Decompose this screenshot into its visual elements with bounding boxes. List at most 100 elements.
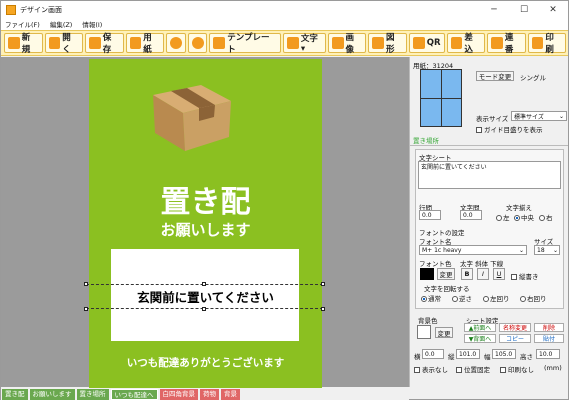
design-card[interactable]: 置き配 お願いします 玄関前に置いてください いつも配達ありがとうございます <box>84 59 325 389</box>
hide-checkbox[interactable]: 表示なし <box>414 364 448 374</box>
display-size-label: 表示サイズ <box>476 115 509 123</box>
font-size-select[interactable]: 18 ⌄ <box>534 245 560 255</box>
align-right-radio[interactable]: 右 <box>539 212 553 222</box>
shape-button[interactable]: 図形 <box>368 33 407 55</box>
new-label: 新規 <box>21 33 31 55</box>
bring-front-button[interactable]: ▲前面へ <box>464 323 496 332</box>
redo-button[interactable] <box>187 33 208 53</box>
paper-button[interactable]: 用紙 <box>125 33 164 55</box>
rotate-upside-radio[interactable]: 逆さ <box>452 293 472 303</box>
merge-button[interactable]: 差込 <box>446 33 486 55</box>
numbering-button[interactable]: 連番 <box>487 33 526 55</box>
layer-tab[interactable]: 荷物 <box>200 388 219 400</box>
resize-handle[interactable] <box>321 282 325 286</box>
text-input[interactable]: 玄関前に置いてください <box>418 161 561 189</box>
resize-handle[interactable] <box>202 282 206 286</box>
window-title: デザイン画面 <box>20 5 62 14</box>
display-size-value: 標準サイズ <box>514 113 544 121</box>
layer-tabs: 置き配 お願いします 置き場所 いつも配達へ 白四角背景 荷物 背景 <box>1 388 409 400</box>
open-button[interactable]: 開く <box>44 33 83 55</box>
save-button[interactable]: 保存 <box>85 33 124 55</box>
undo-button[interactable] <box>166 33 186 53</box>
layer-tab[interactable]: 背景 <box>221 388 240 400</box>
layer-tab[interactable]: お願いします <box>29 388 75 400</box>
menu-info[interactable]: 情報(I) <box>82 19 102 29</box>
divider <box>410 145 568 146</box>
pos-y-input[interactable]: 101.0 <box>456 349 480 359</box>
rotate-label: 文字を回転する <box>424 285 470 293</box>
app-icon <box>6 4 16 15</box>
numbering-label: 連番 <box>504 33 514 55</box>
italic-button[interactable]: I <box>477 268 489 280</box>
send-back-button[interactable]: ▼背面へ <box>464 334 496 343</box>
resize-handle[interactable] <box>84 307 88 311</box>
new-button[interactable]: 新規 <box>4 33 43 55</box>
resize-handle[interactable] <box>84 282 88 286</box>
delete-button[interactable]: 削除 <box>534 323 564 332</box>
properties-panel: 用紙：31204 モード変更 シングル 表示サイズ 標準サイズ ⌄ ガイド目盛りを… <box>409 57 568 387</box>
canvas-message[interactable]: 玄関前に置いてください <box>89 287 322 306</box>
guide-checkbox[interactable]: ガイド目盛りを表示 <box>476 124 543 134</box>
print-button[interactable]: 印刷 <box>527 33 567 55</box>
maximize-button[interactable]: ☐ <box>509 1 539 18</box>
canvas-title[interactable]: 置き配 <box>89 177 322 221</box>
unit-label: (mm) <box>544 364 562 372</box>
rotate-left-radio[interactable]: 左回り <box>483 293 510 303</box>
close-button[interactable]: ✕ <box>538 1 568 18</box>
align-center-radio[interactable]: 中央 <box>514 212 534 222</box>
height-input[interactable]: 10.0 <box>536 349 560 359</box>
line-spacing-input[interactable]: 0.0 <box>419 210 441 220</box>
open-folder-icon <box>48 37 61 49</box>
layer-tab[interactable]: 白四角背景 <box>159 388 198 400</box>
layer-tab[interactable]: 置き配 <box>2 388 28 400</box>
resize-handle[interactable] <box>321 307 325 311</box>
font-color-swatch[interactable] <box>420 268 434 280</box>
mode-change-button[interactable]: モード変更 <box>476 71 514 81</box>
lock-position-checkbox[interactable]: 位置固定 <box>456 364 490 374</box>
image-icon <box>331 37 344 49</box>
font-color-label: フォント色 <box>419 260 452 268</box>
width-input[interactable]: 105.0 <box>492 349 516 359</box>
bold-button[interactable]: B <box>461 268 473 280</box>
layer-tab[interactable]: 置き場所 <box>76 388 109 400</box>
canvas-area[interactable]: 置き配 お願いします 玄関前に置いてください いつも配達ありがとうございます <box>1 57 409 389</box>
layer-tab-active[interactable]: いつも配達へ <box>110 388 158 400</box>
shape-label: 図形 <box>386 33 395 55</box>
paper-icon <box>129 37 142 49</box>
rotate-normal-radio[interactable]: 通常 <box>421 293 441 303</box>
minimize-button[interactable]: ─ <box>479 1 509 18</box>
placement-label: 置き場所 <box>413 137 439 145</box>
rename-button[interactable]: 名称変更 <box>499 323 531 332</box>
char-spacing-input[interactable]: 0.0 <box>460 210 482 220</box>
bgcolor-swatch[interactable] <box>417 325 431 339</box>
image-label: 画像 <box>345 33 355 55</box>
text-button[interactable]: 文字▾ <box>283 33 326 54</box>
paste-button[interactable]: 貼付 <box>534 334 564 343</box>
pos-x-input[interactable]: 0.0 <box>422 349 444 359</box>
resize-handle[interactable] <box>202 307 206 311</box>
cardboard-box-icon[interactable] <box>149 77 234 152</box>
image-button[interactable]: 画像 <box>327 33 367 55</box>
canvas-subtitle[interactable]: お願いします <box>89 219 322 240</box>
bgcolor-change-button[interactable]: 変更 <box>435 327 453 338</box>
no-print-checkbox[interactable]: 印刷なし <box>500 364 534 374</box>
pos-y-label: 縦 <box>448 353 455 361</box>
redo-icon <box>191 37 204 49</box>
qr-button[interactable]: QR <box>408 33 445 53</box>
undo-icon <box>169 37 182 49</box>
canvas-footer[interactable]: いつも配達ありがとうございます <box>89 355 322 370</box>
new-file-icon <box>8 37 20 49</box>
font-color-change-button[interactable]: 変更 <box>437 268 455 280</box>
menu-edit[interactable]: 編集(Z) <box>50 19 73 29</box>
qr-label: QR <box>426 38 441 48</box>
font-name-select[interactable]: M+ 1c heavy ⌄ <box>419 245 527 255</box>
template-button[interactable]: テンプレート <box>209 33 282 55</box>
rotate-right-radio[interactable]: 右回り <box>520 293 547 303</box>
copy-button[interactable]: コピー <box>499 334 531 343</box>
align-left-radio[interactable]: 左 <box>496 212 510 222</box>
chevron-down-icon: ⌄ <box>552 246 558 254</box>
menu-file[interactable]: ファイル(F) <box>5 19 40 29</box>
underline-button[interactable]: U <box>493 268 505 280</box>
vertical-text-checkbox[interactable]: 縦書き <box>511 271 539 281</box>
display-size-select[interactable]: 標準サイズ ⌄ <box>511 111 567 121</box>
